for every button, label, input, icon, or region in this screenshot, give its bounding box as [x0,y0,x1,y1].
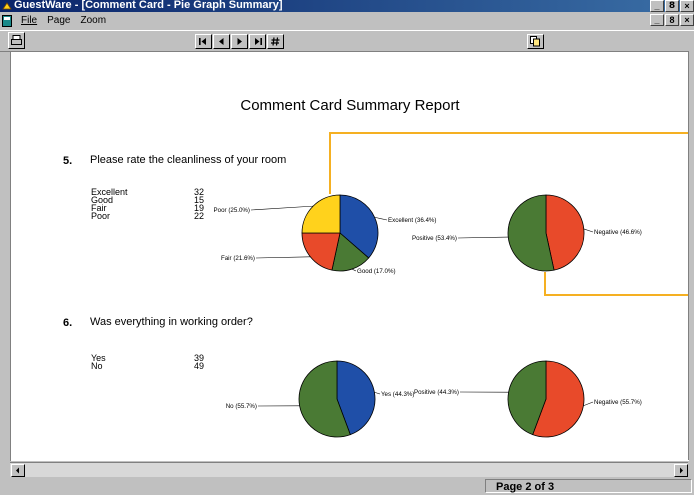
copy-icon [530,36,540,47]
next-page-icon [237,38,242,45]
leader-line [255,256,311,259]
leader-line [374,391,381,395]
scroll-right-button[interactable] [674,464,688,477]
scroll-left-button[interactable] [11,464,25,477]
close-button[interactable]: × [680,0,694,12]
first-page-button[interactable] [195,34,212,49]
app-icon [2,2,12,10]
menu-page[interactable]: Page [46,13,71,29]
report-page: Comment Card Summary Report 5. Please ra… [10,51,689,461]
printer-icon [11,35,22,45]
slice-label: Yes (44.3%) [381,391,414,398]
leader-line [583,228,594,233]
slice-label: Good (17.0%) [357,268,396,275]
slice-label: Positive (44.3%) [414,389,459,396]
callout-line [329,132,689,134]
leader-line [583,401,594,407]
status-bar: Page 2 of 3 [0,478,694,495]
document-icon [2,15,12,27]
menu-file[interactable]: File [20,13,38,29]
slice-label: Fair (21.6%) [221,255,255,262]
hash-icon [271,37,280,46]
page-indicator: Page 2 of 3 [485,479,692,493]
last-page-button[interactable] [249,34,266,49]
slice-label: Excellent (36.4%) [388,217,437,224]
menu-bar: File Page Zoom _ 8 × [0,13,694,29]
doc-restore-button[interactable]: 8 [665,14,679,26]
leader-line [457,236,509,239]
callout-line [544,294,689,296]
pie-charts: Excellent (36.4%) Good (17.0%) Fair (21.6%… [214,194,642,438]
scroll-right-icon [680,467,683,474]
title-bar: GuestWare - [Comment Card - Pie Graph Su… [0,0,694,12]
menu-zoom[interactable]: Zoom [79,13,107,29]
slice-label: Negative (55.7%) [594,399,642,406]
minimize-button[interactable]: _ [650,0,664,12]
doc-minimize-button[interactable]: _ [650,14,664,26]
copy-button[interactable] [527,34,544,49]
print-button[interactable] [8,32,25,49]
leader-line [374,216,388,221]
slice-label: No (55.7%) [226,403,257,410]
slice-label: Negative (46.6%) [594,229,642,236]
last-page-icon [255,38,262,45]
vertical-scrollbar[interactable] [688,51,694,460]
doc-close-button[interactable]: × [680,14,694,26]
pie-slice [301,194,341,234]
leader-line [351,268,357,272]
horizontal-scrollbar[interactable] [10,462,688,477]
scroll-left-icon [16,467,19,474]
next-page-button[interactable] [231,34,248,49]
previous-page-button[interactable] [213,34,230,49]
maximize-button[interactable]: 8 [665,0,679,12]
leader-line [250,205,314,211]
callout-line [544,272,546,296]
first-page-icon [199,38,206,45]
window-title: GuestWare - [Comment Card - Pie Graph Su… [14,0,283,11]
callout-line [329,132,331,194]
slice-label: Positive (53.4%) [412,235,457,242]
toolbar [0,30,694,52]
previous-page-icon [219,38,224,45]
go-to-page-button[interactable] [267,34,284,49]
slice-label: Poor (25.0%) [214,207,250,214]
